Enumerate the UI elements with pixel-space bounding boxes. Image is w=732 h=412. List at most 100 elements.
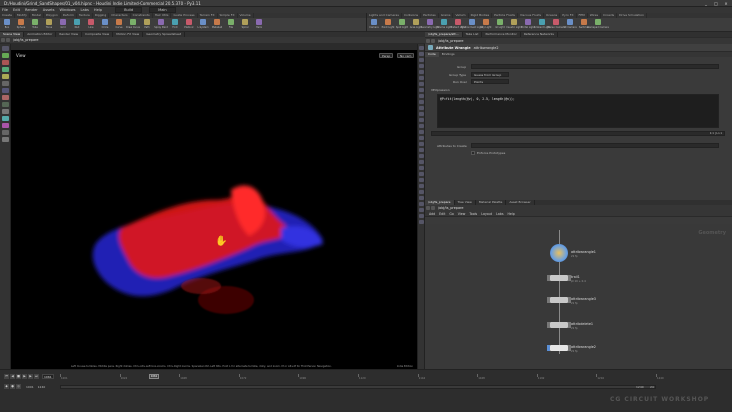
right-tool-icon-29[interactable] xyxy=(419,220,424,224)
param-tab-2[interactable]: Performance Monitor xyxy=(482,32,521,37)
tab-code[interactable]: Code xyxy=(425,52,439,57)
network-canvas[interactable]: Geometry attribwrangle1 21 fp trail1 pt … xyxy=(425,224,732,369)
network-menu-view[interactable]: View xyxy=(458,212,466,216)
go-end-icon[interactable]: ⏭ xyxy=(34,374,39,379)
shelf-left-tool-2[interactable]: Tube xyxy=(28,19,42,29)
shelf-left-tab-1[interactable]: Modify xyxy=(15,13,30,18)
network-menu-layout[interactable]: Layout xyxy=(481,212,492,216)
shelf-right-tool-13[interactable]: Stereo Camera xyxy=(547,19,565,29)
network-menu-go[interactable]: Go xyxy=(449,212,453,216)
shelf-right-tab-2[interactable]: Particles xyxy=(421,13,439,18)
param-tab-3[interactable]: Reference Networks xyxy=(521,32,558,37)
shelf-right-tool-2[interactable]: Spot Light xyxy=(395,19,409,29)
right-tool-icon-0[interactable] xyxy=(419,46,424,50)
shelf-left-tool-1[interactable]: Sphere xyxy=(14,19,28,29)
maximize-button[interactable]: □ xyxy=(712,1,720,6)
shelf-left-tool-12[interactable]: Font xyxy=(168,19,182,29)
shelf-right-tab-8[interactable]: Oceans xyxy=(544,13,561,18)
left-tool-icon-4[interactable] xyxy=(2,74,9,79)
stop-icon[interactable]: ■ xyxy=(16,374,21,379)
shelf-right-tab-0[interactable]: Lights and Cameras xyxy=(367,13,402,18)
left-tool-icon-10[interactable] xyxy=(2,116,9,121)
right-tool-icon-3[interactable] xyxy=(419,64,424,68)
right-tool-icon-1[interactable] xyxy=(419,52,424,56)
shelf-right-tool-9[interactable]: GI Light xyxy=(493,19,507,29)
right-tool-icon-2[interactable] xyxy=(419,58,424,62)
shelf-left-tool-11[interactable]: Spray Paint xyxy=(154,19,168,29)
right-tool-icon-15[interactable] xyxy=(419,136,424,140)
shelf-left-tool-3[interactable]: Torus xyxy=(42,19,56,29)
back-icon[interactable] xyxy=(426,206,430,210)
shelf-left-tool-0[interactable]: Box xyxy=(0,19,14,29)
shelf-left-tab-5[interactable]: Texture xyxy=(77,13,93,18)
trail1-node[interactable] xyxy=(547,275,571,281)
group-field[interactable] xyxy=(471,64,719,69)
forward-icon[interactable] xyxy=(431,206,435,210)
shelf-left-tab-8[interactable]: Constraints xyxy=(131,13,153,18)
right-tool-icon-9[interactable] xyxy=(419,100,424,104)
left-tool-icon-7[interactable] xyxy=(2,95,9,100)
tab-bindings[interactable]: Bindings xyxy=(439,52,458,57)
shelf-left-tool-16[interactable]: File xyxy=(224,19,238,29)
shelf-left-tab-13[interactable]: Volume xyxy=(238,13,254,18)
left-tool-icon-13[interactable] xyxy=(2,137,9,142)
menu-edit[interactable]: Edit xyxy=(13,8,20,12)
group-type-select[interactable]: Guess from Group xyxy=(471,72,509,77)
minimize-button[interactable]: _ xyxy=(702,1,710,6)
shelf-left-tool-13[interactable]: Platonic xyxy=(182,19,196,29)
shelf-right-tool-10[interactable]: Caustic Light xyxy=(506,19,522,29)
shelf-right-tab-5[interactable]: Rigid Bodies xyxy=(469,13,493,18)
vex-code-editor[interactable]: @P=fit(length(@v), 0, 2.5, length(@v)); xyxy=(437,94,719,128)
shelf-left-tool-4[interactable]: Grid xyxy=(56,19,70,29)
back-icon[interactable] xyxy=(426,39,430,43)
right-tool-icon-7[interactable] xyxy=(419,88,424,92)
shelf-right-tab-4[interactable]: Vellum xyxy=(453,13,469,18)
shelf-right-tool-16[interactable]: Gamepad Camera xyxy=(587,19,609,29)
current-frame-field[interactable]: 1061 xyxy=(42,374,54,379)
menu-windows[interactable]: Windows xyxy=(59,8,75,12)
network-tab-0[interactable]: /obj/ts_prepare xyxy=(425,200,455,205)
shelf-right-tab-10[interactable]: FEM xyxy=(577,13,588,18)
network-menu-edit[interactable]: Edit xyxy=(439,212,445,216)
right-tool-icon-5[interactable] xyxy=(419,76,424,80)
right-tool-icon-10[interactable] xyxy=(419,106,424,110)
shelf-right-tab-13[interactable]: Drive Simulation xyxy=(617,13,648,18)
shelf-left-tab-2[interactable]: Model xyxy=(30,13,44,18)
left-tool-icon-6[interactable] xyxy=(2,88,9,93)
left-tool-icon-0[interactable] xyxy=(2,46,9,51)
shelf-right-tab-12[interactable]: Crowds xyxy=(601,13,618,18)
shelf-left-tab-7[interactable]: Characters xyxy=(109,13,131,18)
left-tool-icon-1[interactable] xyxy=(2,53,9,58)
network-tab-1[interactable]: Tree View xyxy=(455,200,476,205)
right-tool-icon-13[interactable] xyxy=(419,124,424,128)
go-start-icon[interactable]: ⏮ xyxy=(4,374,9,379)
forward-icon[interactable] xyxy=(6,38,10,42)
shelf-left-tool-8[interactable]: Curve xyxy=(112,19,126,29)
shelf-right-tool-1[interactable]: Point Light xyxy=(381,19,395,29)
fps-field[interactable]: 24 xyxy=(650,385,654,389)
right-tool-icon-4[interactable] xyxy=(419,70,424,74)
shelf-left-tool-14[interactable]: L-System xyxy=(196,19,210,29)
attributes-create-field[interactable] xyxy=(471,143,719,148)
network-menu-help[interactable]: Help xyxy=(507,212,514,216)
shelf-right-tool-0[interactable]: Camera xyxy=(367,19,381,29)
shelf-right-tool-8[interactable]: Sky Light xyxy=(479,19,493,29)
shelf-left-tool-15[interactable]: Metaball xyxy=(210,19,224,29)
back-icon[interactable] xyxy=(1,38,5,42)
right-tool-icon-23[interactable] xyxy=(419,184,424,188)
right-tool-icon-24[interactable] xyxy=(419,190,424,194)
left-tool-icon-9[interactable] xyxy=(2,109,9,114)
shelf-left-tool-7[interactable]: Circle xyxy=(98,19,112,29)
left-tool-icon-12[interactable] xyxy=(2,130,9,135)
frame-range-bar[interactable] xyxy=(60,385,656,389)
attribwrangle3-node[interactable] xyxy=(547,297,571,303)
shelf-right-tab-9[interactable]: Pyro FX xyxy=(560,13,577,18)
left-tool-icon-2[interactable] xyxy=(2,60,9,65)
right-tool-icon-11[interactable] xyxy=(419,112,424,116)
right-tool-icon-14[interactable] xyxy=(419,130,424,134)
network-path[interactable]: /obj/ts_prepare xyxy=(438,206,463,210)
timeline-ruler[interactable]: 1061 1001 1024 1048 1072 1096 1120 1144 1168 119… xyxy=(60,374,664,383)
right-tool-icon-6[interactable] xyxy=(419,82,424,86)
shelf-left-tool-6[interactable]: Line xyxy=(84,19,98,29)
shelf-left-tool-10[interactable]: Path xyxy=(140,19,154,29)
